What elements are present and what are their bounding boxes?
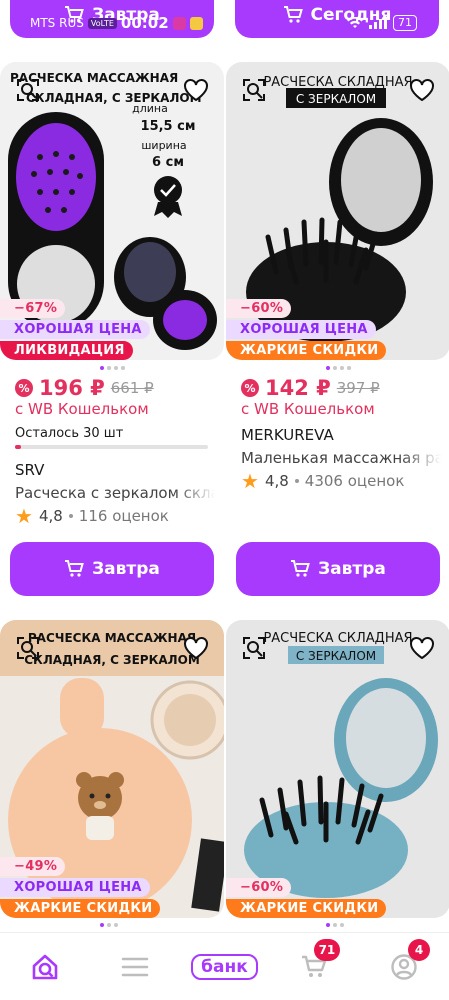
reviews-count[interactable]: 116 оценок <box>79 507 169 525</box>
product-badges: −67% ХОРОШАЯ ЦЕНА ЛИКВИДАЦИЯ <box>0 299 150 360</box>
similar-search-icon[interactable] <box>240 634 268 662</box>
similar-search-icon[interactable] <box>14 76 42 104</box>
price: 196 ₽ <box>39 376 105 400</box>
rating-row: ★ 4,8 4306 оценок <box>241 471 404 491</box>
reviews-count[interactable]: 4306 оценок <box>305 472 405 490</box>
product-title[interactable]: Маленькая массажная расческа <box>241 449 441 467</box>
product-image[interactable]: РАСЧЕСКА СКЛАДНАЯ С ЗЕРКАЛОМ −60% ХОРОША… <box>226 62 449 360</box>
similar-search-icon[interactable] <box>14 634 42 662</box>
signal-icon <box>369 17 387 29</box>
wallet-discount-icon: % <box>241 379 259 397</box>
image-pagination-dots <box>326 923 344 927</box>
liquidation-badge: ЛИКВИДАЦИЯ <box>0 341 133 360</box>
good-price-badge: ХОРОШАЯ ЦЕНА <box>0 320 150 339</box>
nav-catalog[interactable] <box>105 947 165 987</box>
home-search-icon <box>32 954 58 979</box>
wallet-discount-icon: % <box>15 379 33 397</box>
nav-bank[interactable]: банк <box>191 947 258 987</box>
buy-button-label: Завтра <box>318 559 386 579</box>
nav-profile[interactable]: 4 <box>374 938 434 987</box>
profile-count-badge: 4 <box>408 938 431 961</box>
old-price: 661 ₽ <box>110 379 154 397</box>
buy-button[interactable]: Завтра <box>236 542 440 596</box>
price-row: % 142 ₽ 397 ₽ <box>241 376 380 400</box>
discount-badge: −60% <box>226 299 292 318</box>
price-row: % 196 ₽ 661 ₽ <box>15 376 154 400</box>
cart-count-badge: 71 <box>313 938 341 961</box>
image-pagination-dots <box>100 366 125 370</box>
similar-search-icon[interactable] <box>240 76 268 104</box>
star-icon: ★ <box>241 469 259 493</box>
favorite-heart-icon[interactable] <box>182 76 210 104</box>
product-image[interactable]: РАСЧЕСКА МАССАЖНАЯ СКЛАДНАЯ, С ЗЕРКАЛОМ … <box>0 620 224 918</box>
app-notification-icon <box>189 16 203 30</box>
menu-icon <box>121 957 148 976</box>
image-length-value: 15,5 см <box>141 119 196 134</box>
image-text-line1: РАСЧЕСКА МАССАЖНАЯ <box>28 631 196 645</box>
image-width-value: 6 см <box>152 155 184 170</box>
carrier: MTS RUS <box>30 16 84 30</box>
image-pagination-dots <box>100 923 118 927</box>
brand[interactable]: MERKUREVA <box>241 426 334 444</box>
clock: 00:02 <box>120 14 169 32</box>
discount-badge: −60% <box>226 878 292 897</box>
image-text-line1: РАСЧЕСКА СКЛАДНАЯ <box>263 631 412 646</box>
image-width-label: ширина <box>141 139 186 152</box>
wallet-note: с WB Кошельком <box>241 400 375 418</box>
product-image[interactable]: РАСЧЕСКА МАССАЖНАЯ СКЛАДНАЯ, С ЗЕРКАЛОМ … <box>0 62 224 360</box>
hot-deals-badge: ЖАРКИЕ СКИДКИ <box>226 899 387 918</box>
image-length-label: длина <box>132 102 168 115</box>
product-image[interactable]: РАСЧЕСКА СКЛАДНАЯ С ЗЕРКАЛОМ −60% ЖАРКИЕ… <box>226 620 449 918</box>
image-text-line2: С ЗЕРКАЛОМ <box>296 92 376 106</box>
hot-deals-badge: ЖАРКИЕ СКИДКИ <box>226 341 387 360</box>
old-price: 397 ₽ <box>336 379 380 397</box>
nav-home[interactable] <box>15 947 75 987</box>
rating-value: 4,8 <box>264 472 289 490</box>
favorite-heart-icon[interactable] <box>182 634 210 662</box>
buy-button-label: Завтра <box>92 559 160 579</box>
rating-row: ★ 4,8 116 оценок <box>15 506 169 526</box>
good-price-badge: ХОРОШАЯ ЦЕНА <box>226 320 376 339</box>
network-badge: VoLTE <box>87 17 117 29</box>
image-pagination-dots <box>326 366 351 370</box>
star-icon: ★ <box>15 504 33 528</box>
rating-value: 4,8 <box>38 507 63 525</box>
cart-icon <box>291 560 310 577</box>
price: 142 ₽ <box>265 376 331 400</box>
hot-deals-badge: ЖАРКИЕ СКИДКИ <box>0 899 161 918</box>
product-badges: −60% ЖАРКИЕ СКИДКИ <box>226 878 387 918</box>
buy-button[interactable]: Завтра <box>10 542 214 596</box>
wifi-icon <box>347 17 363 28</box>
image-text-line2: СКЛАДНАЯ, С ЗЕРКАЛОМ <box>26 91 202 105</box>
stock-label: Осталось 30 шт <box>15 426 124 441</box>
brand[interactable]: SRV <box>15 461 44 479</box>
nav-cart[interactable]: 71 <box>284 938 344 987</box>
product-badges: −60% ХОРОШАЯ ЦЕНА ЖАРКИЕ СКИДКИ <box>226 299 387 360</box>
instagram-icon <box>172 16 186 30</box>
discount-badge: −49% <box>0 857 66 876</box>
favorite-heart-icon[interactable] <box>408 634 436 662</box>
image-text-line2: СКЛАДНАЯ, С ЗЕРКАЛОМ <box>24 653 200 667</box>
cart-icon <box>65 560 84 577</box>
image-text-line2: С ЗЕРКАЛОМ <box>296 649 376 663</box>
image-text-line1: РАСЧЕСКА СКЛАДНАЯ <box>263 75 412 90</box>
wallet-note: с WB Кошельком <box>15 400 149 418</box>
status-bar: MTS RUS VoLTE 00:02 71 <box>0 12 449 34</box>
discount-badge: −67% <box>0 299 66 318</box>
product-photo-brush-blue: РАСЧЕСКА СКЛАДНАЯ С ЗЕРКАЛОМ <box>244 631 438 898</box>
stock-progress-fill <box>15 445 21 449</box>
product-title[interactable]: Расческа с зеркалом складная <box>15 484 215 502</box>
bottom-nav: банк 71 4 <box>0 932 449 1000</box>
favorite-heart-icon[interactable] <box>408 76 436 104</box>
product-badges: −49% ХОРОШАЯ ЦЕНА ЖАРКИЕ СКИДКИ <box>0 857 161 918</box>
bank-label: банк <box>191 953 258 980</box>
battery-level: 71 <box>393 15 417 31</box>
stock-progress-bar <box>15 445 208 449</box>
good-price-badge: ХОРОШАЯ ЦЕНА <box>0 878 150 897</box>
